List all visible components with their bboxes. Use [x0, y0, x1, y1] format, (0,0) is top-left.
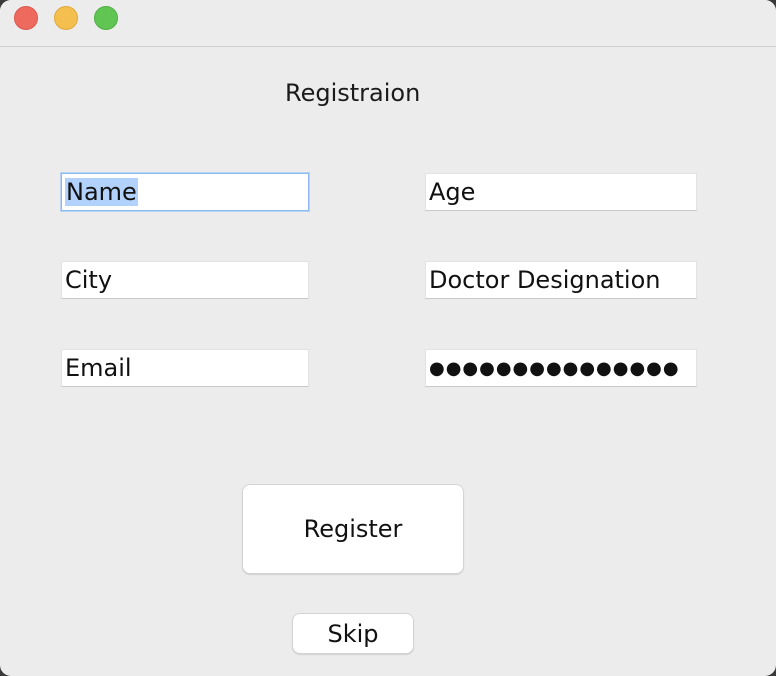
register-button-label: Register — [303, 515, 403, 543]
age-field[interactable]: Age — [425, 173, 697, 211]
name-field-value: Name — [65, 178, 138, 206]
city-field-value: City — [65, 266, 113, 294]
email-field-value: Email — [65, 354, 132, 382]
name-field[interactable]: Name — [61, 173, 309, 211]
email-field[interactable]: Email — [61, 349, 309, 387]
doctor-designation-field[interactable]: Doctor Designation — [425, 261, 697, 299]
title-bar — [0, 0, 776, 47]
password-field[interactable]: ●●●●●●●●●●●●●●● — [425, 349, 697, 387]
skip-button-label: Skip — [327, 619, 379, 648]
age-field-value: Age — [429, 178, 476, 206]
doctor-designation-field-value: Doctor Designation — [429, 266, 661, 294]
minimize-window-icon[interactable] — [54, 6, 78, 30]
password-field-value: ●●●●●●●●●●●●●●● — [429, 357, 680, 379]
skip-button[interactable]: Skip — [292, 613, 414, 654]
city-field[interactable]: City — [61, 261, 309, 299]
maximize-window-icon[interactable] — [94, 6, 118, 30]
close-window-icon[interactable] — [14, 6, 38, 30]
registration-window: Registraion Name Age City Doctor Designa… — [0, 0, 776, 676]
register-button[interactable]: Register — [242, 484, 464, 574]
page-title: Registraion — [285, 79, 421, 107]
